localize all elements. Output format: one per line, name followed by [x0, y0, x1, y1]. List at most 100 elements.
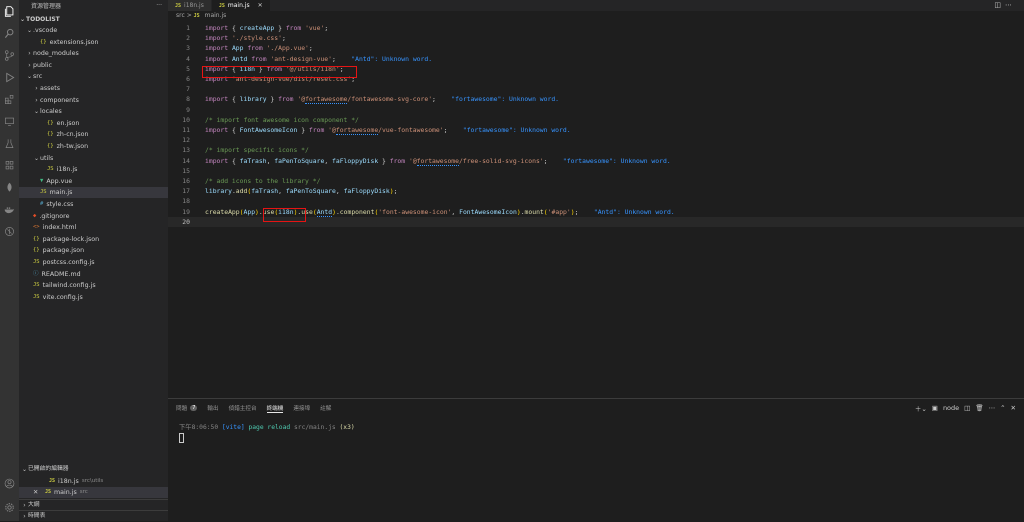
- tree-folder[interactable]: ⌄ utils: [19, 153, 168, 164]
- tab-main-js[interactable]: JS main.js ✕: [211, 0, 271, 11]
- timeline-header[interactable]: › 時間表: [19, 510, 168, 522]
- settings-gear-icon[interactable]: [0, 498, 19, 517]
- account-icon[interactable]: [0, 474, 19, 493]
- code-line: 10 /* import font awesome icon component …: [168, 115, 1024, 125]
- terminal-icon: ▣: [931, 404, 938, 412]
- tree-file[interactable]: ⓘ README.md: [19, 269, 168, 280]
- terminal-text: [vite]: [221, 424, 245, 431]
- maximize-panel-icon[interactable]: ⌃: [1000, 404, 1005, 412]
- terminal-name[interactable]: node: [943, 404, 959, 412]
- code-line: 16 /* add icons to the library */: [168, 176, 1024, 186]
- chevron-down-icon: ⌄: [26, 27, 33, 34]
- docker-icon[interactable]: [0, 200, 19, 219]
- database-icon[interactable]: [0, 156, 19, 175]
- line-number: 18: [182, 197, 190, 206]
- code-token: import: [205, 126, 229, 134]
- breadcrumb-file[interactable]: main.js: [205, 12, 227, 19]
- tree-file[interactable]: {} zh-tw.json: [19, 141, 168, 152]
- more-actions-button[interactable]: ···: [156, 2, 162, 9]
- code-token: }: [266, 95, 279, 104]
- panel-tab[interactable]: 連接埠: [293, 404, 310, 412]
- tree-folder[interactable]: › node_modules: [19, 48, 168, 59]
- tree-file[interactable]: {} extensions.json: [19, 37, 168, 48]
- git-graph-icon[interactable]: [0, 222, 19, 241]
- tree-item-label: en.json: [56, 119, 80, 127]
- tree-file[interactable]: {} package.json: [19, 245, 168, 256]
- open-editor-path: src: [79, 489, 88, 495]
- tab-i18n-js[interactable]: JS i18n.js: [168, 0, 212, 11]
- tree-file[interactable]: {} en.json: [19, 118, 168, 129]
- tree-file[interactable]: # style.css: [19, 199, 168, 210]
- line-number: 12: [182, 136, 190, 145]
- tree-item-label: extensions.json: [49, 38, 99, 46]
- panel-tab[interactable]: 問題 7: [176, 404, 198, 412]
- tree-file[interactable]: JS i18n.js: [19, 164, 168, 175]
- code-line: 18: [168, 196, 1024, 206]
- code-token: from: [243, 44, 263, 53]
- chevron-right-icon: ›: [28, 61, 31, 69]
- breadcrumb-folder[interactable]: src: [176, 12, 185, 19]
- explorer-icon[interactable]: [0, 2, 19, 21]
- code-token: from: [308, 126, 325, 134]
- tree-file[interactable]: {} zh-cn.json: [19, 129, 168, 140]
- tree-folder[interactable]: › public: [19, 60, 168, 71]
- open-editor-item[interactable]: ✕ JS main.js src: [19, 487, 168, 498]
- tree-folder[interactable]: ⌄ .vscode: [19, 25, 168, 36]
- more-actions-icon[interactable]: ⋯: [989, 404, 996, 412]
- source-control-icon[interactable]: [0, 46, 19, 65]
- code-line: 1 import { createApp } from 'vue';: [168, 23, 1024, 33]
- line-number: 19: [182, 207, 190, 216]
- extensions-icon[interactable]: [0, 90, 19, 109]
- remote-explorer-icon[interactable]: [0, 112, 19, 131]
- json-file-icon: {}: [40, 38, 47, 45]
- open-editors-header[interactable]: ⌄ 已開啟的編輯器: [19, 464, 168, 475]
- close-icon[interactable]: ✕: [1011, 404, 1016, 412]
- tree-folder[interactable]: › components: [19, 95, 168, 106]
- tree-file[interactable]: <> index.html: [19, 222, 168, 233]
- new-terminal-icon[interactable]: ＋⌄: [915, 403, 927, 413]
- panel-tab-label: 終端機: [266, 405, 284, 412]
- tree-file[interactable]: ▼ App.vue: [19, 176, 168, 187]
- tree-folder[interactable]: ⌄ locales: [19, 106, 168, 117]
- tree-folder[interactable]: ⌄ src: [19, 71, 168, 82]
- terminal-output[interactable]: 下午8:06:50 [vite] page reload src/main.js…: [168, 417, 1024, 447]
- open-editor-item[interactable]: JS i18n.js src\utils: [19, 476, 168, 487]
- close-icon[interactable]: ✕: [33, 487, 45, 498]
- code-token: faPenToSquare: [285, 187, 336, 196]
- split-editor-icon[interactable]: ◫: [994, 1, 1005, 9]
- code-line: 3 import App from './App.vue';: [168, 43, 1024, 53]
- tree-item-label: README.md: [41, 270, 81, 278]
- css-file-icon: #: [40, 201, 44, 207]
- js-file-icon: JS: [33, 293, 40, 300]
- tree-file[interactable]: ◆ .gitignore: [19, 211, 168, 222]
- testing-icon[interactable]: [0, 134, 19, 153]
- tree-file[interactable]: {} package-lock.json: [19, 234, 168, 245]
- tree-file[interactable]: JS postcss.config.js: [19, 257, 168, 268]
- code-token: faFloppyDisk: [332, 156, 379, 165]
- tree-file[interactable]: JS vite.config.js: [19, 292, 168, 303]
- workspace-folder-header[interactable]: ⌄ TODOLIST: [19, 14, 168, 25]
- mongodb-leaf-icon[interactable]: [0, 178, 19, 197]
- chevron-down-icon: ⌄: [19, 16, 26, 23]
- line-number: 1: [186, 24, 190, 32]
- panel-tab[interactable]: 終端機: [266, 404, 284, 413]
- tree-folder[interactable]: › assets: [19, 83, 168, 94]
- code-text: /* import specific icons */: [205, 145, 309, 155]
- json-file-icon: {}: [47, 119, 54, 126]
- search-icon[interactable]: [0, 24, 19, 43]
- tree-file[interactable]: JS main.js: [19, 187, 168, 199]
- tree-file[interactable]: JS tailwind.config.js: [19, 280, 168, 291]
- code-token: /fontawesome-svg-core': [347, 95, 433, 104]
- more-actions-icon[interactable]: ⋯: [1005, 1, 1016, 9]
- panel-tab[interactable]: 註解: [320, 404, 331, 412]
- code-token: ,: [335, 187, 344, 196]
- breadcrumb-separator: >: [186, 12, 192, 19]
- trash-icon[interactable]: 🗑: [975, 404, 983, 412]
- close-icon[interactable]: ✕: [258, 2, 263, 9]
- editor-tabs: JS i18n.js JS main.js ✕ ◫⋯: [168, 0, 1024, 11]
- tree-item-label: tailwind.config.js: [42, 282, 96, 290]
- panel-tab[interactable]: 輸出: [207, 404, 218, 412]
- run-debug-icon[interactable]: [0, 68, 19, 87]
- panel-tab[interactable]: 偵錯主控台: [229, 404, 257, 412]
- split-terminal-icon[interactable]: ◫: [964, 404, 970, 412]
